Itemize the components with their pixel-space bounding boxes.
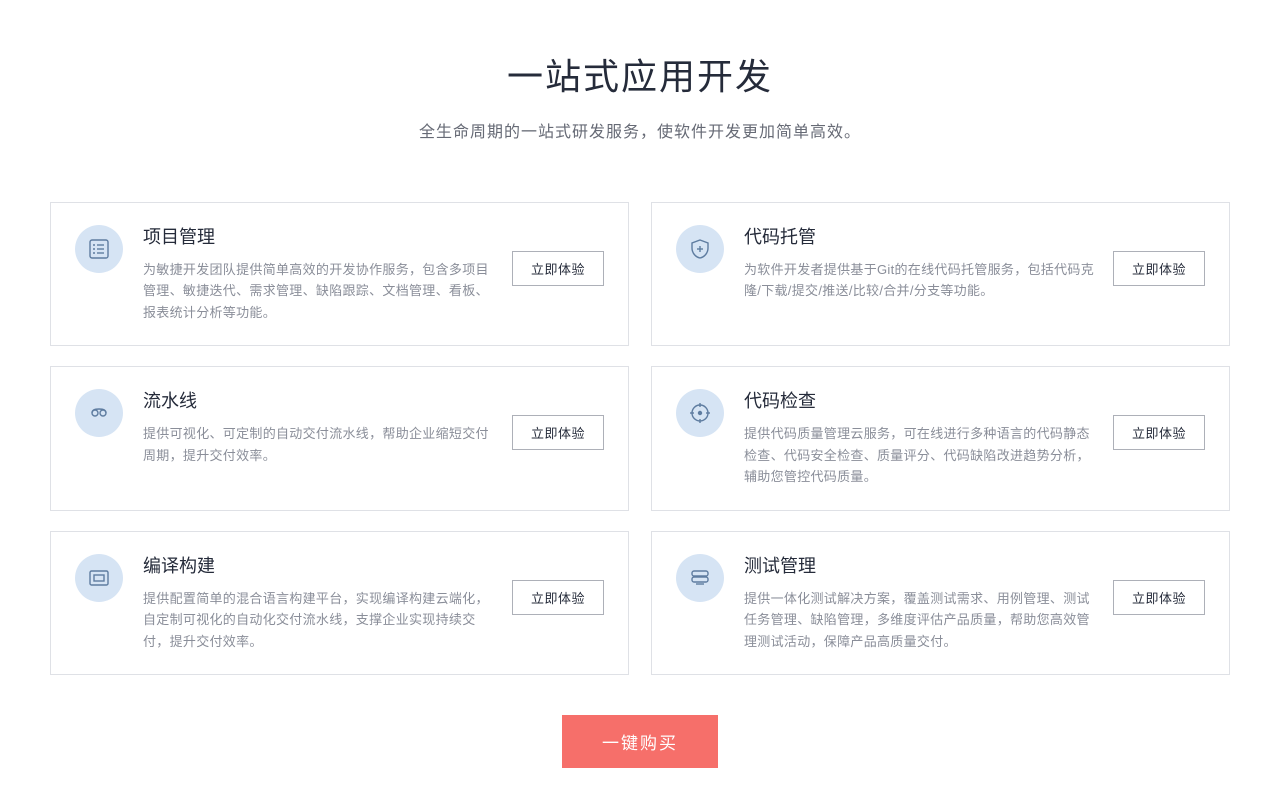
page-container: 一站式应用开发 全生命周期的一站式研发服务，使软件开发更加简单高效。 项目管理 …	[0, 0, 1280, 768]
card-action: 立即体验	[1113, 387, 1205, 450]
card-test-management: 测试管理 提供一体化测试解决方案，覆盖测试需求、用例管理、测试任务管理、缺陷管理…	[651, 531, 1230, 675]
card-body: 编译构建 提供配置简单的混合语言构建平台，实现编译构建云端化，自定制可视化的自动…	[143, 552, 496, 652]
try-button[interactable]: 立即体验	[512, 251, 604, 286]
hero-subtitle: 全生命周期的一站式研发服务，使软件开发更加简单高效。	[0, 118, 1280, 142]
card-title: 代码托管	[744, 223, 1097, 249]
card-code-hosting: 代码托管 为软件开发者提供基于Git的在线代码托管服务，包括代码克隆/下载/提交…	[651, 202, 1230, 346]
card-title: 项目管理	[143, 223, 496, 249]
card-pipeline: 流水线 提供可视化、可定制的自动交付流水线，帮助企业缩短交付周期，提升交付效率。…	[50, 366, 629, 510]
card-action: 立即体验	[1113, 223, 1205, 286]
try-button[interactable]: 立即体验	[512, 415, 604, 450]
window-icon	[75, 554, 123, 602]
card-desc: 为软件开发者提供基于Git的在线代码托管服务，包括代码克隆/下载/提交/推送/比…	[744, 259, 1094, 302]
card-desc: 提供一体化测试解决方案，覆盖测试需求、用例管理、测试任务管理、缺陷管理，多维度评…	[744, 588, 1094, 652]
try-button[interactable]: 立即体验	[1113, 251, 1205, 286]
buy-button[interactable]: 一键购买	[562, 715, 718, 768]
card-body: 代码托管 为软件开发者提供基于Git的在线代码托管服务，包括代码克隆/下载/提交…	[744, 223, 1097, 302]
card-body: 流水线 提供可视化、可定制的自动交付流水线，帮助企业缩短交付周期，提升交付效率。	[143, 387, 496, 466]
list-icon	[75, 225, 123, 273]
try-button[interactable]: 立即体验	[512, 580, 604, 615]
card-desc: 提供可视化、可定制的自动交付流水线，帮助企业缩短交付周期，提升交付效率。	[143, 423, 493, 466]
card-title: 编译构建	[143, 552, 496, 578]
layers-icon	[676, 554, 724, 602]
card-action: 立即体验	[1113, 552, 1205, 615]
card-build: 编译构建 提供配置简单的混合语言构建平台，实现编译构建云端化，自定制可视化的自动…	[50, 531, 629, 675]
card-code-check: 代码检查 提供代码质量管理云服务，可在线进行多种语言的代码静态检查、代码安全检查…	[651, 366, 1230, 510]
hero-title: 一站式应用开发	[0, 48, 1280, 100]
target-icon	[676, 389, 724, 437]
card-title: 流水线	[143, 387, 496, 413]
try-button[interactable]: 立即体验	[1113, 415, 1205, 450]
feature-grid: 项目管理 为敏捷开发团队提供简单高效的开发协作服务，包含多项目管理、敏捷迭代、需…	[50, 202, 1230, 675]
card-title: 测试管理	[744, 552, 1097, 578]
card-desc: 提供代码质量管理云服务，可在线进行多种语言的代码静态检查、代码安全检查、质量评分…	[744, 423, 1094, 487]
try-button[interactable]: 立即体验	[1113, 580, 1205, 615]
card-action: 立即体验	[512, 387, 604, 450]
card-body: 项目管理 为敏捷开发团队提供简单高效的开发协作服务，包含多项目管理、敏捷迭代、需…	[143, 223, 496, 323]
card-desc: 提供配置简单的混合语言构建平台，实现编译构建云端化，自定制可视化的自动化交付流水…	[143, 588, 493, 652]
card-action: 立即体验	[512, 552, 604, 615]
card-desc: 为敏捷开发团队提供简单高效的开发协作服务，包含多项目管理、敏捷迭代、需求管理、缺…	[143, 259, 493, 323]
card-title: 代码检查	[744, 387, 1097, 413]
cta-row: 一键购买	[0, 715, 1280, 768]
card-action: 立即体验	[512, 223, 604, 286]
shield-icon	[676, 225, 724, 273]
card-body: 代码检查 提供代码质量管理云服务，可在线进行多种语言的代码静态检查、代码安全检查…	[744, 387, 1097, 487]
pipeline-icon	[75, 389, 123, 437]
card-project-management: 项目管理 为敏捷开发团队提供简单高效的开发协作服务，包含多项目管理、敏捷迭代、需…	[50, 202, 629, 346]
card-body: 测试管理 提供一体化测试解决方案，覆盖测试需求、用例管理、测试任务管理、缺陷管理…	[744, 552, 1097, 652]
